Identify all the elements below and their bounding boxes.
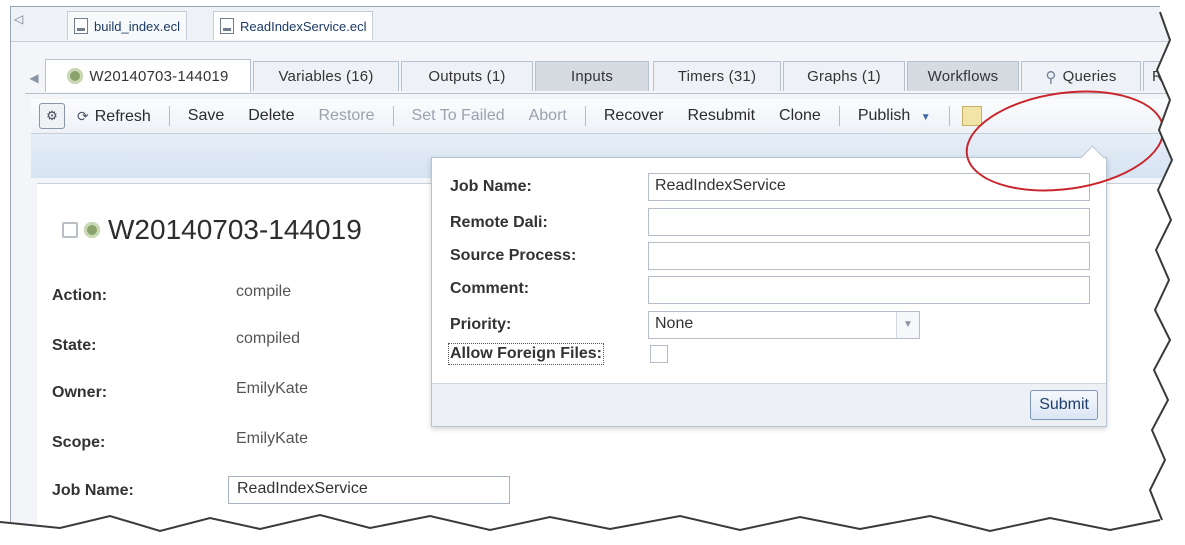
toolbar-separator (838, 106, 840, 126)
tab-label: Variables (16) (278, 68, 374, 85)
tab-variables[interactable]: Variables (16) (253, 61, 399, 91)
tab-scroll-left-icon[interactable]: ◀ (25, 65, 43, 91)
priority-value: None (655, 315, 694, 332)
allow-foreign-files-checkbox[interactable] (650, 345, 668, 363)
toolbar-separator (584, 106, 586, 126)
edit-icon[interactable] (961, 106, 982, 126)
jobname-label: Job Name: (52, 482, 134, 499)
refresh-icon: ⟳ (77, 108, 89, 124)
source-process-field[interactable] (648, 242, 1090, 270)
action-label: Action: (52, 287, 108, 304)
lock-icon (62, 222, 78, 238)
toolbar-separator (168, 106, 170, 126)
file-tab-build-index[interactable]: build_index.ecl (67, 11, 188, 40)
ecl-file-icon (74, 18, 88, 34)
file-tab-readindexservice[interactable]: ReadIndexService.ecl (213, 11, 374, 40)
tab-timers[interactable]: Timers (31) (653, 61, 781, 91)
publish-dialog: Job Name: ReadIndexService Remote Dali: … (431, 145, 1107, 427)
tab-label: Graphs (1) (807, 68, 881, 85)
file-tab-label: ReadIndexService.ecl (240, 18, 367, 34)
set-to-failed-button[interactable]: Set To Failed (400, 102, 517, 130)
clone-button[interactable]: Clone (767, 102, 833, 130)
remote-dali-label: Remote Dali: (450, 214, 548, 231)
scope-value: EmilyKate (236, 430, 309, 447)
refresh-button[interactable]: ⟳ Refresh (65, 102, 163, 130)
tab-label: Inputs (570, 68, 614, 85)
refresh-label: Refresh (94, 108, 151, 125)
tab-label: Timers (31) (677, 68, 757, 85)
ecl-file-icon (220, 18, 234, 34)
remote-dali-field[interactable] (648, 208, 1090, 236)
tab-resources[interactable]: Res (1143, 61, 1180, 91)
publish-button[interactable]: Publish ▼ (846, 102, 943, 130)
save-button[interactable]: Save (176, 102, 236, 130)
chevron-down-icon[interactable]: ▼ (896, 312, 919, 338)
tab-inputs[interactable]: Inputs (535, 61, 649, 91)
comment-field[interactable] (648, 276, 1090, 304)
workunit-id: W20140703-144019 (108, 214, 362, 245)
recover-button[interactable]: Recover (592, 102, 676, 130)
comment-label: Comment: (450, 280, 530, 297)
tab-label: W20140703-144019 (89, 67, 229, 85)
source-process-label: Source Process: (450, 247, 577, 264)
priority-select[interactable]: None ▼ (648, 311, 920, 339)
gear-icon: ⚙ (46, 108, 58, 123)
tab-workunit-summary[interactable]: W20140703-144019 (45, 59, 251, 92)
tab-queries[interactable]: ⚲ Queries (1021, 61, 1141, 91)
state-label: State: (52, 337, 97, 354)
allow-foreign-files-label: Allow Foreign Files: (447, 343, 605, 365)
page-title: W20140703-144019 (62, 214, 362, 246)
tab-graphs[interactable]: Graphs (1) (783, 61, 905, 91)
scroll-left-icon[interactable]: ◁ (14, 12, 23, 26)
tab-label: Res (1152, 68, 1180, 85)
dialog-job-name-label: Job Name: (450, 178, 532, 195)
restore-button[interactable]: Restore (306, 102, 386, 130)
toolbar-separator (948, 106, 950, 126)
tab-outputs[interactable]: Outputs (1) (401, 61, 533, 91)
workunit-tab-bar: ◀ W20140703-144019 Variables (16) Output… (25, 57, 1179, 94)
tab-label: Workflows (927, 68, 999, 85)
jobname-field[interactable]: ReadIndexService (228, 476, 510, 504)
delete-button[interactable]: Delete (236, 102, 306, 130)
resubmit-button[interactable]: Resubmit (675, 102, 767, 130)
abort-button[interactable]: Abort (517, 102, 579, 130)
chevron-down-icon: ▼ (920, 112, 931, 123)
workunit-gear-icon (67, 68, 84, 84)
tab-label: Queries (1062, 68, 1117, 85)
workunit-gear-icon (84, 222, 100, 238)
tab-workflows[interactable]: Workflows (907, 61, 1019, 91)
submit-button[interactable]: Submit (1030, 390, 1098, 420)
toolbar-separator (392, 106, 394, 126)
toggle-details-button[interactable]: ⚙ (39, 103, 65, 129)
publish-label: Publish (857, 107, 911, 124)
file-tab-bar: ◁ build_index.ecl ReadIndexService.ecl (11, 7, 1179, 42)
owner-value: EmilyKate (236, 380, 309, 397)
owner-label: Owner: (52, 384, 108, 401)
scope-label: Scope: (52, 434, 106, 451)
search-icon: ⚲ (1045, 68, 1057, 86)
file-tab-label: build_index.ecl (94, 18, 181, 34)
state-value: compiled (236, 330, 301, 347)
dialog-footer: Submit (432, 383, 1106, 426)
priority-label: Priority: (450, 316, 512, 333)
action-value: compile (236, 283, 292, 300)
tab-label: Outputs (1) (428, 68, 506, 85)
